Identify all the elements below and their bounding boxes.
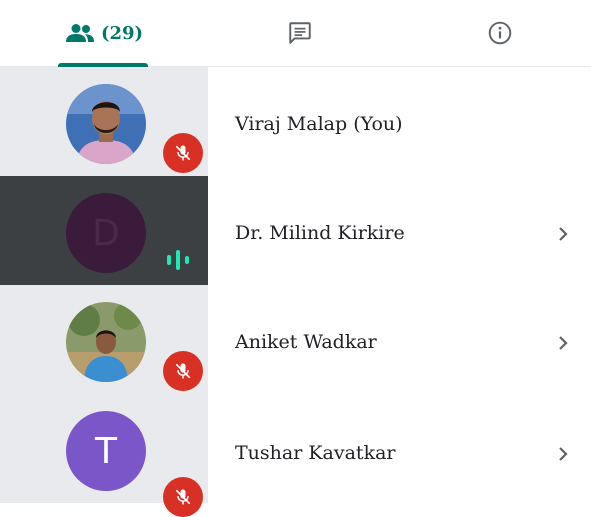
avatar-letter: D	[92, 212, 120, 254]
tab-info[interactable]	[450, 0, 550, 66]
chevron-right-icon[interactable]	[553, 333, 573, 353]
participant-row[interactable]: D Dr. Milind Kirkire	[0, 176, 591, 285]
avatar	[66, 302, 146, 382]
avatar: T	[66, 411, 146, 491]
mic-off-icon	[175, 363, 191, 379]
mic-off-badge	[163, 477, 203, 517]
mic-off-icon	[175, 489, 191, 505]
mic-off-badge	[163, 133, 203, 173]
participant-row[interactable]: Viraj Malap (You)	[0, 67, 591, 176]
participant-count: (29)	[100, 22, 144, 44]
people-icon	[65, 24, 94, 42]
participant-row[interactable]: Aniket Wadkar	[0, 285, 591, 394]
info-icon	[488, 21, 512, 45]
participant-name: Viraj Malap (You)	[235, 113, 403, 135]
chat-icon	[289, 22, 311, 44]
participant-name: Aniket Wadkar	[235, 331, 377, 353]
panel-tabs: (29)	[0, 0, 591, 67]
avatar	[66, 84, 146, 164]
avatar-photo	[66, 302, 146, 382]
tab-chat[interactable]	[250, 0, 350, 66]
chevron-right-icon[interactable]	[553, 444, 573, 464]
avatar: D	[66, 193, 146, 273]
participant-row[interactable]: T Tushar Kavatkar	[0, 394, 591, 517]
participant-name: Dr. Milind Kirkire	[235, 222, 405, 244]
mic-off-badge	[163, 351, 203, 391]
mic-off-icon	[175, 145, 191, 161]
chevron-right-icon[interactable]	[553, 224, 573, 244]
participant-name: Tushar Kavatkar	[235, 442, 396, 464]
avatar-photo	[66, 84, 146, 164]
avatar-letter: T	[95, 430, 117, 472]
participant-list: Viraj Malap (You) D Dr. Milind Kirkire A…	[0, 67, 591, 517]
tab-people[interactable]: (29)	[40, 0, 168, 67]
speaking-indicator-icon	[167, 250, 189, 270]
